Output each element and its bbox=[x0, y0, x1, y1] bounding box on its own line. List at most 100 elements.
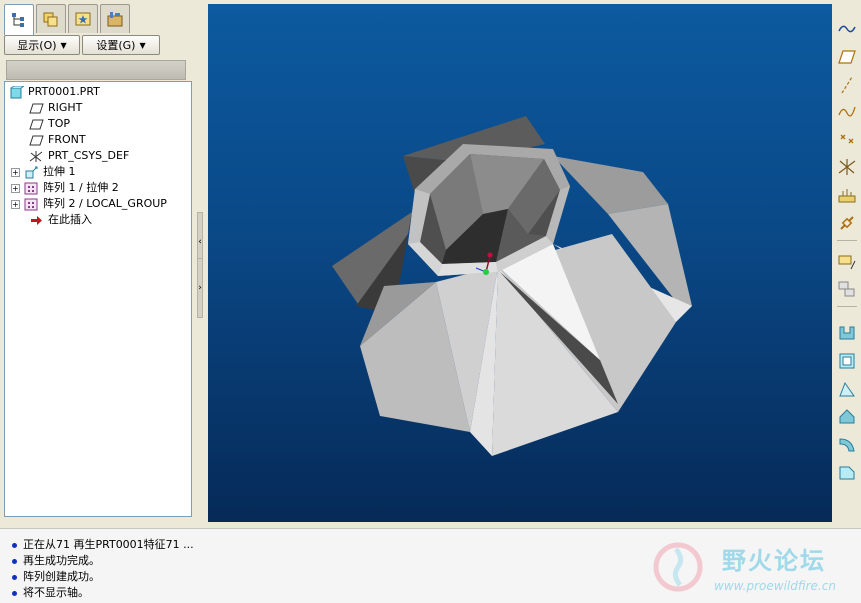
chamfer-button[interactable] bbox=[835, 462, 859, 484]
part-icon bbox=[9, 85, 24, 99]
datum-plane-icon bbox=[29, 118, 44, 131]
chevron-right-icon: › bbox=[198, 283, 202, 293]
analysis-button[interactable] bbox=[835, 184, 859, 206]
message-text: 将不显示轴。 bbox=[23, 586, 89, 599]
draft-button[interactable] bbox=[835, 378, 859, 400]
datum-plane-display-button[interactable] bbox=[835, 18, 859, 40]
navigator-panel: 显示(O) ▼ 设置(G) ▼ PRT0001.PRT RIGHT TOP FR… bbox=[0, 0, 196, 522]
tree-item-label: 在此插入 bbox=[48, 213, 92, 226]
datum-plane-icon bbox=[29, 102, 44, 115]
model-tree-icon bbox=[12, 13, 24, 27]
round-button[interactable] bbox=[835, 434, 859, 456]
expand-icon[interactable]: + bbox=[11, 199, 20, 209]
tree-item-label: PRT0001.PRT bbox=[28, 85, 100, 98]
coordinate-system-icon bbox=[838, 159, 856, 175]
expand-icon[interactable]: + bbox=[11, 183, 20, 193]
chamfer-icon bbox=[839, 466, 855, 480]
tree-item-label: RIGHT bbox=[48, 101, 83, 114]
coordinate-system-button[interactable] bbox=[835, 156, 859, 178]
sketch-button[interactable] bbox=[835, 250, 859, 272]
tree-item-label: PRT_CSYS_DEF bbox=[48, 149, 130, 162]
datum-plane-button[interactable] bbox=[835, 46, 859, 68]
expand-icon[interactable]: + bbox=[11, 167, 20, 177]
app-window: 显示(O) ▼ 设置(G) ▼ PRT0001.PRT RIGHT TOP FR… bbox=[0, 0, 861, 603]
extrude-button[interactable] bbox=[835, 322, 859, 344]
tree-toolbar: 显示(O) ▼ 设置(G) ▼ bbox=[4, 35, 190, 57]
shell-icon bbox=[839, 353, 855, 369]
rib-icon bbox=[839, 409, 855, 424]
sketch-icon bbox=[838, 255, 856, 270]
tree-item-right[interactable]: RIGHT bbox=[5, 100, 191, 116]
datum-plane-display-icon bbox=[838, 25, 856, 33]
folder-icon bbox=[43, 12, 58, 27]
chain-icon bbox=[840, 216, 854, 230]
settings-menu-button[interactable]: 设置(G) ▼ bbox=[82, 35, 160, 55]
favorites-tab[interactable] bbox=[68, 4, 98, 33]
bullet-icon bbox=[12, 574, 17, 580]
coordinate-system-icon bbox=[29, 150, 44, 163]
tree-item-label: TOP bbox=[48, 117, 71, 130]
settings-menu-label: 设置(G) bbox=[96, 39, 136, 52]
toolbar-separator bbox=[837, 306, 857, 307]
chevron-down-icon: ▼ bbox=[139, 40, 146, 50]
datum-curve-button[interactable] bbox=[835, 100, 859, 122]
round-icon bbox=[839, 438, 855, 452]
message-line: 将不显示轴。 bbox=[12, 585, 89, 601]
connections-icon bbox=[107, 12, 123, 27]
message-text: 阵列创建成功。 bbox=[23, 570, 100, 583]
feature-toolbar bbox=[833, 16, 861, 516]
pattern-icon bbox=[24, 198, 39, 211]
model-tree-tab[interactable] bbox=[4, 4, 34, 35]
tree-item-insert-here[interactable]: 在此插入 bbox=[5, 212, 191, 228]
tree-item-label: 拉伸 1 bbox=[43, 165, 76, 178]
show-menu-label: 显示(O) bbox=[17, 39, 57, 52]
bullet-icon bbox=[12, 590, 17, 596]
shell-button[interactable] bbox=[835, 350, 859, 372]
tree-item-extrude-1[interactable]: + 拉伸 1 bbox=[5, 164, 191, 180]
datum-point-icon bbox=[840, 134, 854, 144]
tree-item-csys[interactable]: PRT_CSYS_DEF bbox=[5, 148, 191, 164]
graphics-viewport[interactable] bbox=[208, 4, 832, 522]
analysis-icon bbox=[838, 189, 856, 203]
datum-axis-button[interactable] bbox=[835, 74, 859, 96]
panel-splitter[interactable]: ‹ › bbox=[196, 0, 208, 522]
datum-point-button[interactable] bbox=[835, 128, 859, 150]
forum-watermark: 野火论坛 www.proewildfire.cn bbox=[648, 537, 858, 599]
datum-curve-icon bbox=[838, 106, 856, 117]
sketch-reference-icon bbox=[838, 281, 855, 297]
favorites-icon bbox=[75, 12, 91, 26]
sketch-reference-button[interactable] bbox=[835, 278, 859, 300]
tree-item-root[interactable]: PRT0001.PRT bbox=[5, 84, 191, 100]
show-menu-button[interactable]: 显示(O) ▼ bbox=[4, 35, 80, 55]
toolbar-separator bbox=[837, 240, 857, 241]
navigator-tabs bbox=[4, 4, 130, 35]
tree-item-label: 阵列 2 / LOCAL_GROUP bbox=[43, 197, 167, 210]
message-text: 正在从71 再生PRT0001特征71 ... bbox=[23, 538, 194, 551]
extrude-icon bbox=[839, 326, 855, 340]
rib-button[interactable] bbox=[835, 406, 859, 428]
tree-column-header bbox=[6, 60, 186, 80]
tree-item-pattern-2[interactable]: + 阵列 2 / LOCAL_GROUP bbox=[5, 196, 191, 212]
message-line: 正在从71 再生PRT0001特征71 ... bbox=[12, 537, 194, 553]
chain-button[interactable] bbox=[835, 212, 859, 234]
tree-item-top[interactable]: TOP bbox=[5, 116, 191, 132]
expand-right-handle[interactable]: › bbox=[197, 258, 203, 318]
watermark-url: www.proewildfire.cn bbox=[714, 579, 836, 593]
folder-browser-tab[interactable] bbox=[36, 4, 66, 33]
datum-plane-icon bbox=[838, 50, 856, 64]
flame-logo-icon bbox=[653, 542, 703, 592]
datum-plane-icon bbox=[29, 134, 44, 147]
pattern-icon bbox=[24, 182, 39, 195]
message-text: 再生成功完成。 bbox=[23, 554, 100, 567]
3d-model-render bbox=[332, 116, 692, 456]
bullet-icon bbox=[12, 558, 17, 564]
tree-item-front[interactable]: FRONT bbox=[5, 132, 191, 148]
bullet-icon bbox=[12, 542, 17, 548]
message-line: 再生成功完成。 bbox=[12, 553, 100, 569]
extrude-icon bbox=[24, 166, 39, 179]
connections-tab[interactable] bbox=[100, 4, 130, 33]
tree-item-label: 阵列 1 / 拉伸 2 bbox=[43, 181, 119, 194]
insert-here-arrow-icon bbox=[29, 214, 44, 227]
tree-item-pattern-1[interactable]: + 阵列 1 / 拉伸 2 bbox=[5, 180, 191, 196]
datum-axis-icon bbox=[841, 76, 853, 94]
